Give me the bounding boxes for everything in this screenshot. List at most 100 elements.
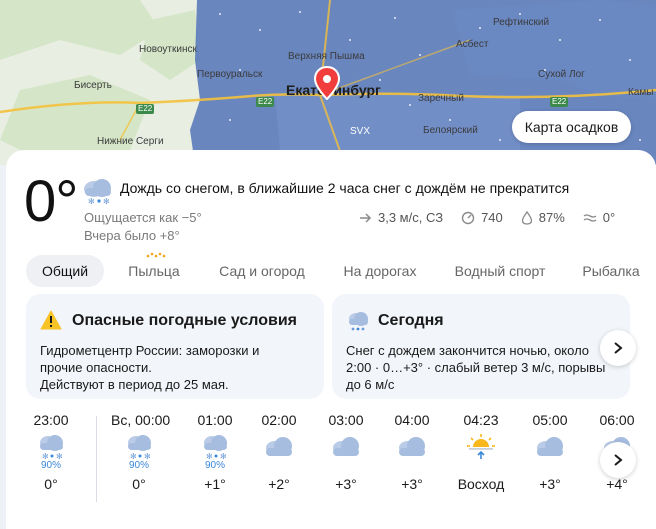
precipitation-map[interactable]: Новоуткинск Первоуральск Верхняя Пышма Р… [0, 0, 656, 165]
tab-fishing[interactable]: Рыбалка [580, 255, 642, 287]
danger-card-text: Гидрометцентр России: заморозки и прочие… [40, 342, 259, 393]
hour-item: 23:00 ✻ ✻ 90% 0° [23, 412, 79, 492]
sleet-icon: ✻ ✻ [80, 176, 114, 211]
wind-metric: 3,3 м/с, СЗ [358, 210, 443, 225]
svg-text:✻: ✻ [88, 197, 95, 206]
map-label-svx: SVX [350, 126, 371, 137]
map-label-kamyshlov: Камы [628, 87, 654, 98]
info-cards-next-button[interactable] [600, 330, 636, 366]
hour-time: Вс, 00:00 [111, 412, 171, 428]
weather-card: 0° ✻ ✻ Дождь со снегом, в ближайшие 2 ча… [6, 150, 656, 529]
hour-time: 03:00 [328, 412, 364, 428]
map-label-bisert: Бисерть [74, 80, 112, 91]
hour-time: 05:00 [532, 412, 568, 428]
hourly-next-button[interactable] [600, 442, 636, 478]
pressure-metric: 740 [461, 210, 503, 225]
map-label-zarechny: Заречный [418, 93, 464, 104]
cloud-icon [522, 432, 578, 460]
hour-item: 02:00 +2° [251, 412, 307, 492]
sleet-icon: ✻ ✻ [187, 432, 243, 460]
hour-precip-chance [453, 460, 509, 472]
hour-precip-chance: 90% [40, 460, 61, 471]
hour-precip-chance: 90% [204, 460, 225, 471]
weather-page: Новоуткинск Первоуральск Верхняя Пышма Р… [0, 0, 656, 529]
tab-garden[interactable]: Сад и огород [212, 255, 312, 287]
svg-text:✻: ✻ [103, 197, 110, 206]
hour-temperature: Восход [457, 476, 505, 492]
humidity-metric: 87% [521, 210, 565, 225]
tab-general[interactable]: Общий [26, 255, 104, 287]
hourly-forecast: 23:00 ✻ ✻ 90% 0° Вс, 00:00 ✻ ✻ 90% 0° 01:00 ✻ ✻ 90% +1… [6, 412, 656, 512]
danger-text-line: прочие опасности. [40, 360, 152, 375]
map-label-beloyarsky: Белоярский [423, 125, 478, 136]
danger-card-title: Опасные погодные условия [72, 312, 297, 329]
map-label-nizhnie-sergi: Нижние Серги [97, 136, 164, 147]
road-badge-e22: E22 [256, 97, 275, 107]
day-divider [96, 416, 97, 502]
map-label-refty: Рефтинский [493, 17, 550, 28]
hour-item: 04:00 +3° [384, 412, 440, 492]
today-card[interactable]: Сегодня Снег с дождем закончится ночью, … [332, 294, 630, 399]
wind-direction-icon [360, 212, 372, 223]
sleet-icon: ✻ ✻ [23, 432, 79, 460]
danger-text-line: Действуют в период до 25 мая. [40, 377, 229, 392]
svg-text:✻: ✻ [42, 452, 49, 460]
hour-temperature: +3° [539, 476, 561, 492]
svg-text:✻: ✻ [130, 452, 137, 460]
svg-text:✻: ✻ [220, 452, 227, 460]
chevron-right-icon [614, 342, 623, 354]
cloud-icon [318, 432, 374, 460]
road-badge-e22: E22 [136, 104, 155, 114]
svg-text:✻: ✻ [144, 452, 151, 460]
hour-temperature: +4° [606, 476, 628, 492]
tab-pollen-label: Пыльца [128, 263, 180, 279]
hour-item: 01:00 ✻ ✻ 90% +1° [187, 412, 243, 492]
today-text-line: до 6 м/с [346, 377, 395, 392]
hour-time: 01:00 [197, 412, 233, 428]
pressure-value: 740 [481, 210, 503, 225]
hour-temperature: 0° [44, 476, 58, 492]
danger-card[interactable]: Опасные погодные условия Гидрометцентр Р… [26, 294, 324, 399]
map-label-sukhoi-log: Сухой Лог [538, 69, 585, 80]
feels-like: Ощущается как −5° [84, 210, 202, 225]
map-label-pervouralsk: Первоуральск [197, 69, 263, 80]
road-badge-e22: E22 [550, 97, 569, 107]
precip-map-button[interactable]: Карта осадков [512, 111, 631, 143]
map-label-asbest: Асбест [456, 39, 489, 50]
hour-item: 04:23 Восход [453, 412, 509, 492]
today-text-line: 2:00 · 0…+3° · слабый ветер 3 м/с, порыв… [346, 360, 606, 375]
hour-time: 04:23 [463, 412, 499, 428]
svg-text:✻: ✻ [56, 452, 63, 460]
hour-precip-chance [251, 460, 307, 472]
hour-item: 03:00 +3° [318, 412, 374, 492]
hour-time: 06:00 [599, 412, 635, 428]
forecast-tabs: Общий Пыльца Сад и огород На дорогах Вод… [26, 252, 656, 289]
sleet-icon: ✻ ✻ [111, 432, 167, 460]
today-card-title: Сегодня [378, 312, 444, 329]
tab-water-sport[interactable]: Водный спорт [450, 255, 550, 287]
tab-pollen[interactable]: Пыльца [124, 252, 184, 287]
hour-temperature: +3° [335, 476, 357, 492]
hour-precip-chance [522, 460, 578, 472]
humidity-value: 87% [538, 210, 565, 225]
water-waves-icon [583, 213, 597, 222]
tab-roads[interactable]: На дорогах [338, 255, 422, 287]
warning-icon [40, 310, 62, 335]
water-temp-value: 0° [602, 210, 616, 225]
hour-time: 23:00 [33, 412, 69, 428]
pressure-gauge-icon [461, 211, 475, 224]
sunrise-icon [453, 432, 509, 460]
cloud-icon [251, 432, 307, 460]
weather-metrics: 3,3 м/с, СЗ 740 87% 0° [358, 210, 633, 225]
map-label-verkhnyaya-pyshma: Верхняя Пышма [288, 51, 365, 62]
map-label-novotkinsk: Новоуткинск [139, 44, 197, 55]
today-card-text: Снег с дождем закончится ночью, около 2:… [346, 342, 605, 393]
danger-text-line: Гидрометцентр России: заморозки и [40, 343, 260, 358]
hour-time: 04:00 [394, 412, 430, 428]
chevron-right-icon [614, 454, 623, 466]
current-temperature: 0° [24, 169, 78, 234]
sleet-icon [346, 310, 370, 337]
cloud-icon [384, 432, 440, 460]
hour-temperature: +3° [401, 476, 423, 492]
hour-item: 05:00 +3° [522, 412, 578, 492]
